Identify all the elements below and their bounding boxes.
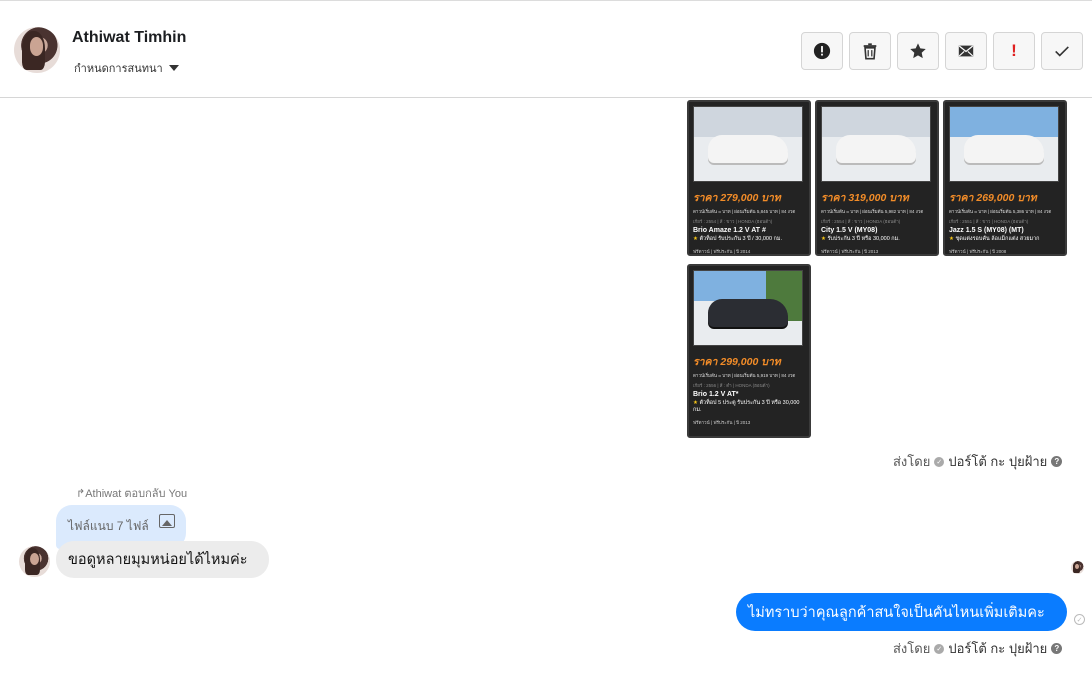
mark-important-button[interactable]: ! xyxy=(993,32,1035,70)
alert-circle-icon xyxy=(813,42,831,60)
car-finance: ดาวน์เริ่มต้น ๐ บาท | ผ่อนเริ่มต้น 5,845… xyxy=(693,209,796,214)
help-icon[interactable]: ? xyxy=(1051,643,1063,654)
star-icon: ★ xyxy=(821,236,826,242)
car-card[interactable]: ราคา 269,000 บาท ดาวน์เริ่มต้น ๐ บาท | ผ… xyxy=(943,100,1067,256)
exclamation-icon: ! xyxy=(1011,41,1017,60)
star-icon: ★ xyxy=(693,400,698,406)
car-model: Brio Amaze 1.2 V AT # xyxy=(693,227,766,234)
contact-avatar-small[interactable] xyxy=(19,546,50,577)
car-finance: ดาวน์เริ่มต้น ๐ บาท | ผ่อนเริ่มต้น 5,982… xyxy=(821,209,924,214)
car-finance: ดาวน์เริ่มต้น ๐ บาท | ผ่อนเริ่มต้น 5,919… xyxy=(693,373,796,378)
contact-name[interactable]: Athiwat Timhin xyxy=(72,29,186,47)
sent-status-icon: ✓ xyxy=(1074,614,1085,625)
car-promo: ★ ชุดแต่งรอบคัน ล้อแม็กแต่ง สวยมาก xyxy=(949,236,1040,242)
car-footer: ฟรีดาวน์ | ฟรีประกัน | ปี 2014 xyxy=(693,249,751,255)
star-icon: ★ xyxy=(693,236,698,242)
car-spec: เกียร์ : 2554 | สี : ขาว | HONDA (ฮอนด้า… xyxy=(693,219,773,224)
check-badge-icon: ✓ xyxy=(934,643,945,654)
car-card[interactable]: ราคา 299,000 บาท ดาวน์เริ่มต้น ๐ บาท | ผ… xyxy=(687,264,811,438)
car-price: ราคา 319,000 บาท xyxy=(821,192,909,204)
image-icon xyxy=(158,514,175,528)
star-icon xyxy=(910,43,926,59)
car-spec: เกียร์ : 2551 | สี : ขาว | HONDA (ฮอนด้า… xyxy=(949,219,1029,224)
mark-unread-button[interactable] xyxy=(945,32,987,70)
sent-by-label: ส่งโดย xyxy=(893,641,931,656)
mark-done-button[interactable] xyxy=(1041,32,1083,70)
car-price: ราคา 279,000 บาท xyxy=(693,192,781,204)
star-icon: ★ xyxy=(949,236,954,242)
car-promo: ★ ตัวท็อป รับประกัน 3 ปี / 30,000 กม. xyxy=(693,236,783,242)
sent-by-line: ส่งโดย ✓ ปอร์โต้ กะ ปุยฝ้าย ? xyxy=(893,451,1063,472)
car-card[interactable]: ราคา 319,000 บาท ดาวน์เริ่มต้น ๐ บาท | ผ… xyxy=(815,100,939,256)
sent-by-name: ปอร์โต้ กะ ปุยฝ้าย xyxy=(948,641,1048,656)
conversation-settings-label: กำหนดการสนทนา xyxy=(74,63,163,75)
car-model: Jazz 1.5 S (MY08) (MT) xyxy=(949,227,1024,234)
car-price: ราคา 269,000 บาท xyxy=(949,192,1037,204)
check-badge-icon: ✓ xyxy=(934,456,945,467)
car-spec: เกียร์ : 2556 | สี : ดำ | HONDA (ฮอนด้า) xyxy=(693,383,770,388)
sent-by-line: ส่งโดย ✓ ปอร์โต้ กะ ปุยฝ้าย ? xyxy=(893,638,1063,659)
caret-down-icon xyxy=(168,65,179,71)
sent-by-name: ปอร์โต้ กะ ปุยฝ้าย xyxy=(948,454,1048,469)
help-icon[interactable]: ? xyxy=(1051,456,1063,467)
outgoing-message-bubble[interactable]: ไม่ทราบว่าคุณลูกค้าสนใจเป็นคันไหนเพิ่มเต… xyxy=(736,593,1067,631)
car-footer: ฟรีดาวน์ | ฟรีประกัน | ปี 2013 xyxy=(693,420,751,426)
car-photo xyxy=(949,106,1059,182)
car-promo: ★ รับประกัน 3 ปี หรือ 30,000 กม. xyxy=(821,236,900,242)
car-promo: ★ ตัวท็อป 5 ประตู รับประกัน 3 ปี หรือ 30… xyxy=(693,400,800,414)
contact-avatar[interactable] xyxy=(14,27,60,73)
conversation-header: Athiwat Timhin กำหนดการสนทนา ! xyxy=(0,0,1092,98)
car-footer: ฟรีดาวน์ | ฟรีประกัน | ปี 2013 xyxy=(821,249,879,255)
car-finance: ดาวน์เริ่มต้น ๐ บาท | ผ่อนเริ่มต้น 5,386… xyxy=(949,209,1052,214)
envelope-icon xyxy=(958,45,974,57)
report-button[interactable] xyxy=(801,32,843,70)
car-photo xyxy=(693,270,803,346)
car-model: City 1.5 V (MY08) xyxy=(821,227,878,234)
conversation-settings-dropdown[interactable]: กำหนดการสนทนา xyxy=(74,59,179,77)
incoming-message-bubble[interactable]: ขอดูหลายมุมหน่อยได้ไหมค่ะ xyxy=(56,541,269,578)
star-button[interactable] xyxy=(897,32,939,70)
car-model: Brio 1.2 V AT* xyxy=(693,391,739,398)
car-footer: ฟรีดาวน์ | ฟรีประกัน | ปี 2008 xyxy=(949,249,1007,255)
reply-arrow-icon: ↱ xyxy=(76,488,86,500)
car-card[interactable]: ราคา 279,000 บาท ดาวน์เริ่มต้น ๐ บาท | ผ… xyxy=(687,100,811,256)
car-photo xyxy=(821,106,931,182)
car-price: ราคา 299,000 บาท xyxy=(693,356,781,368)
trash-icon xyxy=(863,43,877,60)
check-icon xyxy=(1055,46,1069,57)
sent-by-label: ส่งโดย xyxy=(893,454,931,469)
delete-button[interactable] xyxy=(849,32,891,70)
conversation-toolbar: ! xyxy=(801,32,1083,70)
seen-avatar xyxy=(1071,561,1084,574)
car-photo xyxy=(693,106,803,182)
reply-label: ↱Athiwat ตอบกลับ You xyxy=(76,488,188,500)
car-spec: เกียร์ : 2554 | สี : ขาว | HONDA (ฮอนด้า… xyxy=(821,219,901,224)
